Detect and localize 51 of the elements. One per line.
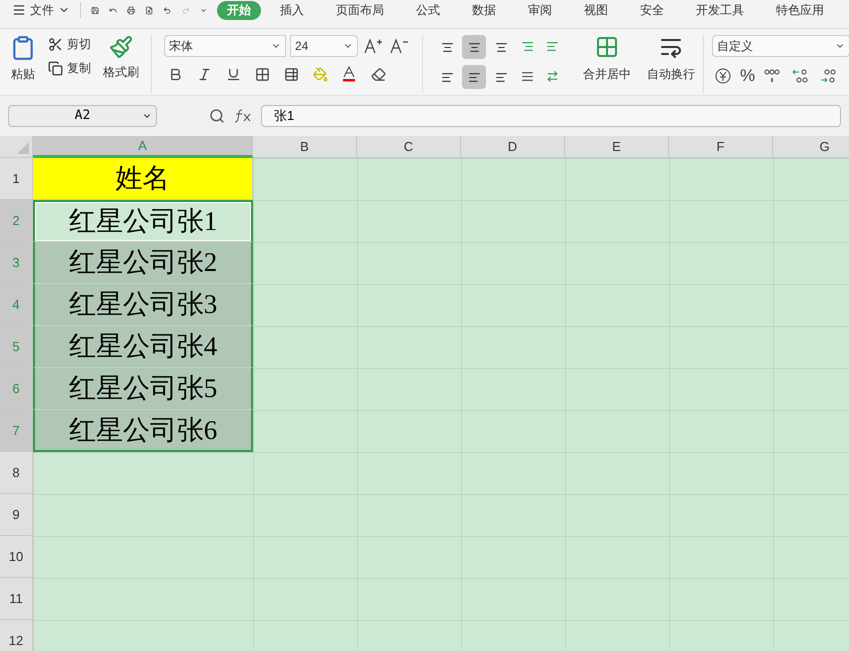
paste-button[interactable]: 粘贴 [10,35,36,93]
ribbon-tab[interactable]: 视图 [570,0,621,20]
corner-triangle-icon [17,142,29,154]
ribbon-tab[interactable]: 公式 [402,0,453,20]
ribbon-tab[interactable]: 安全 [626,0,677,20]
ribbon-tab[interactable]: 特色应用 [762,0,837,20]
table-cell: 红星公司张5 [33,368,253,410]
table-cell: 红星公司张2 [33,242,253,284]
merge-icon [595,35,619,59]
paintbrush-icon [109,35,133,59]
name-box[interactable]: A2 [8,105,157,127]
function-icon[interactable] [233,107,253,125]
merge-center-button[interactable]: 合并居中 [575,35,639,83]
ribbon-tab[interactable]: 开发工具 [682,0,757,20]
scissors-icon [48,36,63,52]
row-header[interactable]: 9 [0,494,33,536]
ribbon-tab[interactable]: 页面布局 [322,0,397,20]
row-header[interactable]: 11 [0,578,33,620]
row-header[interactable]: 1 [0,158,33,200]
wrap-text-button[interactable]: 自动换行 [639,35,704,93]
copy-button[interactable]: 复制 [48,59,91,77]
menu-icon [12,3,26,17]
horizontal-align-icon[interactable] [462,65,486,89]
row-header[interactable]: 8 [0,452,33,494]
column-header[interactable]: E [565,136,669,158]
format-painter-button[interactable]: 格式刷 [103,35,139,93]
font-name-field[interactable]: 宋体 [164,35,286,57]
vertical-align-icon[interactable] [462,35,486,59]
ribbon-tab[interactable]: 数据 [458,0,509,20]
row-header[interactable]: 10 [0,536,33,578]
column-header[interactable]: F [669,136,773,158]
column-header[interactable]: B [253,136,357,158]
column-header[interactable]: G [773,136,849,158]
percent-button[interactable]: % [740,63,756,88]
table-cell: 红星公司张3 [33,284,253,326]
font-size-field[interactable]: 24 [290,35,358,57]
table-cell: 红星公司张1 [33,200,253,242]
ribbon-tab[interactable]: 审阅 [514,0,565,20]
copy-icon [48,60,63,76]
formula-field[interactable]: 张1 [261,105,841,127]
row-header[interactable]: 12 [0,620,33,651]
ribbon-tab[interactable]: 插入 [266,0,317,20]
column-header[interactable]: D [461,136,565,158]
zoom-icon[interactable] [209,108,225,124]
column-header[interactable]: C [357,136,461,158]
file-menu[interactable]: 文件 [12,1,70,19]
cut-button[interactable]: 剪切 [48,35,91,53]
table-cell: 红星公司张6 [33,410,253,452]
table-cell: 红星公司张4 [33,326,253,368]
table-cell: 姓名 [33,158,253,200]
number-format-field[interactable]: 自定义 [712,35,849,57]
